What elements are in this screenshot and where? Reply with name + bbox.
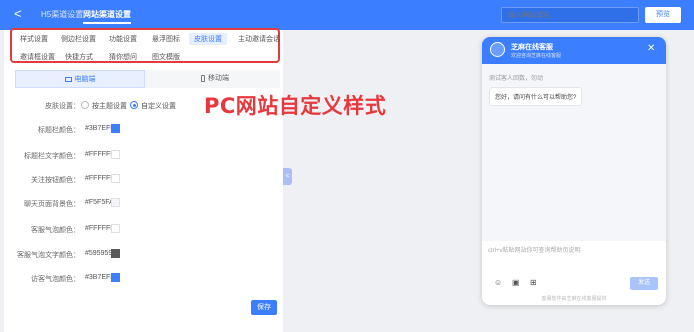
color-value-chat-bg[interactable]: #F5F5FA — [85, 199, 114, 206]
chat-message-area: 测试客人回数，勿动 您好，请问有什么可以帮助您? — [482, 64, 666, 241]
color-value-agent-text[interactable]: #595959 — [85, 250, 112, 257]
menu-item-shortcut[interactable]: 快捷方式 — [65, 52, 93, 62]
menu-item-skin[interactable]: 皮肤设置 — [189, 33, 227, 45]
radio-custom[interactable] — [130, 101, 138, 109]
chat-preview-window: 芝麻在线客服 欢迎咨询芝麻在线客服 ✕ 测试客人回数，勿动 您好，请问有什么可以… — [482, 37, 666, 305]
emoji-icon[interactable]: ☺ — [494, 279, 502, 287]
image-icon[interactable]: ▣ — [512, 279, 520, 287]
collapse-handle[interactable]: < — [283, 168, 292, 185]
color-label-visitor-bubble: 访客气泡颜色： — [31, 276, 80, 283]
tab-website-channel[interactable]: 网站渠道设置 — [83, 9, 131, 24]
color-swatch-title-bar[interactable] — [111, 124, 120, 133]
tab-mobile[interactable]: 移动端 — [150, 70, 280, 88]
color-swatch-visitor-bubble[interactable] — [111, 273, 120, 282]
menu-item-template[interactable]: 图文模版 — [152, 52, 180, 62]
color-label-title-text: 标题栏文字颜色： — [24, 153, 80, 160]
tab-desktop[interactable]: 电脑端 — [15, 70, 145, 88]
save-button[interactable]: 保存 — [251, 300, 277, 315]
mobile-icon — [201, 74, 205, 82]
monitor-icon — [64, 76, 72, 82]
search-input[interactable] — [501, 7, 639, 23]
menu-item-sidebar[interactable]: 侧边栏设置 — [61, 34, 96, 44]
avatar — [490, 42, 505, 57]
back-icon[interactable]: < — [14, 6, 22, 22]
radio-theme[interactable] — [81, 101, 89, 109]
radio-custom-label: 自定义设置 — [141, 103, 176, 110]
menu-item-float-icon[interactable]: 悬浮图标 — [152, 34, 180, 44]
color-swatch-chat-bg[interactable] — [111, 198, 120, 207]
powered-by-text: 客服软件由芝麻在线客服提供 — [541, 296, 607, 302]
color-swatch-agent-bubble[interactable] — [111, 224, 120, 233]
color-swatch-agent-text[interactable] — [111, 249, 120, 258]
color-label-agent-bubble: 客服气泡颜色： — [31, 227, 80, 234]
color-label-title-bar: 标题栏颜色： — [38, 127, 80, 134]
annotation-text: PC网站自定义样式 — [204, 94, 387, 118]
device-switch: 电脑端 移动端 — [15, 70, 280, 88]
tab-mobile-label: 移动端 — [208, 75, 229, 82]
menu-item-invite-chat[interactable]: 主动邀请会话 — [238, 34, 280, 44]
chat-system-hint: 测试客人回数，勿动 — [489, 76, 544, 82]
color-swatch-follow-button[interactable] — [111, 174, 120, 183]
send-button[interactable]: 发送 — [630, 277, 658, 290]
chat-subtitle: 欢迎咨询芝麻在线客服 — [511, 53, 562, 59]
file-icon[interactable]: ⊞ — [530, 279, 537, 287]
skin-setting-label: 皮肤设置： — [45, 103, 80, 110]
radio-theme-label: 按主题设置 — [92, 103, 127, 110]
menu-item-invite-box[interactable]: 邀请框设置 — [20, 52, 55, 62]
color-label-follow-button: 关注按钮颜色： — [31, 177, 80, 184]
menu-item-function[interactable]: 功能设置 — [109, 34, 137, 44]
preview-button[interactable]: 预览 — [645, 7, 681, 23]
color-label-chat-bg: 聊天页面背景色： — [24, 201, 80, 208]
top-bar: < H5渠道设置 网站渠道设置 预览 — [0, 0, 694, 30]
chat-input[interactable]: ctrl+v粘贴网站你可查询帮助页说明 — [488, 245, 581, 254]
menu-item-guess-ask[interactable]: 猜你想问 — [109, 52, 137, 62]
chat-title: 芝麻在线客服 — [511, 44, 553, 51]
agent-message-bubble: 您好，请问有什么可以帮助您? — [489, 87, 583, 106]
chat-header: 芝麻在线客服 欢迎咨询芝麻在线客服 ✕ — [482, 37, 666, 64]
tab-h5-channel[interactable]: H5渠道设置 — [41, 9, 83, 20]
color-swatch-title-text[interactable] — [111, 150, 120, 159]
close-icon[interactable]: ✕ — [647, 44, 655, 54]
menu-item-style[interactable]: 样式设置 — [20, 34, 48, 44]
color-label-agent-text: 客服气泡文字颜色： — [17, 252, 80, 259]
tab-desktop-label: 电脑端 — [74, 76, 96, 83]
